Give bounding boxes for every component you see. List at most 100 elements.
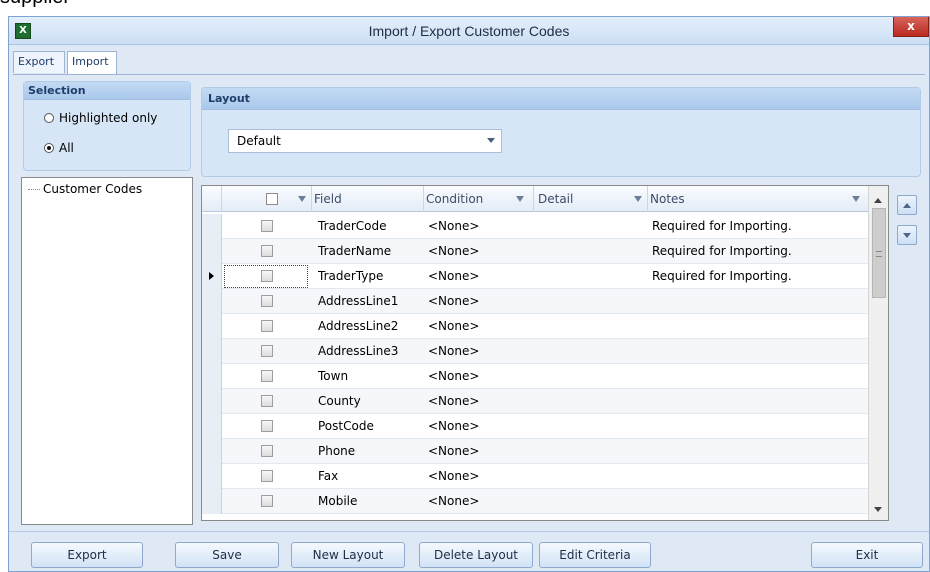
layout-dropdown[interactable]: Default — [228, 129, 502, 153]
background-cut-text: supplier — [0, 0, 70, 9]
current-row-pointer-icon — [209, 272, 214, 280]
field-cell[interactable]: Fax — [318, 464, 338, 489]
close-button[interactable]: x — [893, 17, 929, 37]
row-checkbox[interactable] — [261, 445, 273, 457]
condition-cell[interactable]: <None> — [428, 214, 479, 239]
row-indicator[interactable] — [202, 464, 222, 489]
field-cell[interactable]: Phone — [318, 439, 355, 464]
row-indicator[interactable] — [202, 239, 222, 264]
delete-layout-button[interactable]: Delete Layout — [419, 542, 533, 568]
condition-cell[interactable]: <None> — [428, 414, 479, 439]
row-checkbox[interactable] — [261, 220, 273, 232]
row-checkbox[interactable] — [261, 420, 273, 432]
row-checkbox[interactable] — [261, 345, 273, 357]
row-indicator[interactable] — [202, 364, 222, 389]
column-field[interactable]: Field — [312, 186, 424, 212]
radio-highlighted-only[interactable]: Highlighted only — [44, 110, 157, 126]
move-up-button[interactable] — [897, 195, 917, 215]
row-indicator[interactable] — [202, 414, 222, 439]
field-cell[interactable]: AddressLine1 — [318, 289, 398, 314]
row-indicator[interactable] — [202, 439, 222, 464]
scroll-thumb[interactable] — [872, 208, 886, 298]
move-down-button[interactable] — [897, 225, 917, 245]
table-row[interactable]: AddressLine1 <None> — [202, 289, 868, 314]
row-checkbox[interactable] — [261, 295, 273, 307]
chevron-down-icon — [487, 138, 495, 143]
table-row[interactable]: Fax <None> — [202, 464, 868, 489]
table-row[interactable]: Town <None> — [202, 364, 868, 389]
row-indicator[interactable] — [202, 264, 222, 289]
grid-vertical-scrollbar[interactable] — [868, 186, 888, 520]
row-indicator[interactable] — [202, 289, 222, 314]
radio-all[interactable]: All — [44, 140, 74, 156]
table-row[interactable]: AddressLine2 <None> — [202, 314, 868, 339]
field-cell[interactable]: County — [318, 389, 361, 414]
button-bar: Export Save New Layout Delete Layout Edi… — [9, 531, 929, 571]
tab-import[interactable]: Import — [67, 51, 117, 75]
condition-cell[interactable]: <None> — [428, 314, 479, 339]
field-cell[interactable]: PostCode — [318, 414, 374, 439]
table-row[interactable]: TraderType <None> Required for Importing. — [202, 264, 868, 289]
filter-icon[interactable] — [634, 196, 642, 202]
condition-cell[interactable]: <None> — [428, 464, 479, 489]
table-row[interactable]: County <None> — [202, 389, 868, 414]
table-row[interactable]: PostCode <None> — [202, 414, 868, 439]
filter-icon[interactable] — [298, 196, 306, 202]
tab-export[interactable]: Export — [13, 51, 65, 73]
edit-criteria-button[interactable]: Edit Criteria — [539, 542, 651, 568]
table-row[interactable]: TraderCode <None> Required for Importing. — [202, 214, 868, 239]
column-notes[interactable]: Notes — [648, 186, 868, 212]
scroll-up-icon[interactable] — [874, 198, 882, 203]
row-indicator[interactable] — [202, 314, 222, 339]
title-bar: X Import / Export Customer Codes x — [9, 17, 929, 45]
row-checkbox[interactable] — [261, 320, 273, 332]
scroll-down-icon[interactable] — [874, 507, 882, 512]
export-button[interactable]: Export — [31, 542, 143, 568]
condition-cell[interactable]: <None> — [428, 289, 479, 314]
table-row[interactable]: TraderName <None> Required for Importing. — [202, 239, 868, 264]
condition-cell[interactable]: <None> — [428, 439, 479, 464]
field-cell[interactable]: Mobile — [318, 489, 357, 514]
row-indicator[interactable] — [202, 214, 222, 239]
row-checkbox[interactable] — [261, 395, 273, 407]
row-checkbox[interactable] — [261, 495, 273, 507]
row-indicator[interactable] — [202, 339, 222, 364]
table-row[interactable]: AddressLine3 <None> — [202, 339, 868, 364]
field-cell[interactable]: AddressLine3 — [318, 339, 398, 364]
row-indicator[interactable] — [202, 489, 222, 514]
condition-cell[interactable]: <None> — [428, 239, 479, 264]
field-cell[interactable]: AddressLine2 — [318, 314, 398, 339]
column-detail[interactable]: Detail — [534, 186, 648, 212]
arrow-down-icon — [903, 233, 911, 238]
condition-cell[interactable]: <None> — [428, 339, 479, 364]
column-condition-label: Condition — [426, 192, 484, 206]
row-checkbox[interactable] — [261, 470, 273, 482]
select-all-checkbox[interactable] — [266, 193, 278, 205]
row-checkbox[interactable] — [261, 245, 273, 257]
new-layout-button[interactable]: New Layout — [291, 542, 405, 568]
notes-cell[interactable]: Required for Importing. — [652, 239, 792, 264]
row-indicator[interactable] — [202, 389, 222, 414]
condition-cell[interactable]: <None> — [428, 264, 479, 289]
table-row[interactable]: Phone <None> — [202, 439, 868, 464]
notes-cell[interactable]: Required for Importing. — [652, 264, 792, 289]
condition-cell[interactable]: <None> — [428, 489, 479, 514]
field-cell[interactable]: TraderName — [318, 239, 391, 264]
exit-button[interactable]: Exit — [811, 542, 923, 568]
row-checkbox[interactable] — [261, 370, 273, 382]
field-cell[interactable]: TraderCode — [318, 214, 387, 239]
field-cell[interactable]: TraderType — [318, 264, 383, 289]
radio-all-label: All — [59, 141, 74, 155]
import-export-dialog: X Import / Export Customer Codes x Expor… — [8, 16, 930, 572]
condition-cell[interactable]: <None> — [428, 364, 479, 389]
tree-item-customer-codes[interactable]: Customer Codes — [28, 182, 142, 196]
radio-icon — [44, 113, 54, 123]
condition-cell[interactable]: <None> — [428, 389, 479, 414]
table-row[interactable]: Mobile <None> — [202, 489, 868, 514]
notes-cell[interactable]: Required for Importing. — [652, 214, 792, 239]
filter-icon[interactable] — [852, 196, 860, 202]
save-button[interactable]: Save — [175, 542, 279, 568]
field-cell[interactable]: Town — [318, 364, 348, 389]
column-condition[interactable]: Condition — [424, 186, 534, 212]
filter-icon[interactable] — [516, 196, 524, 202]
